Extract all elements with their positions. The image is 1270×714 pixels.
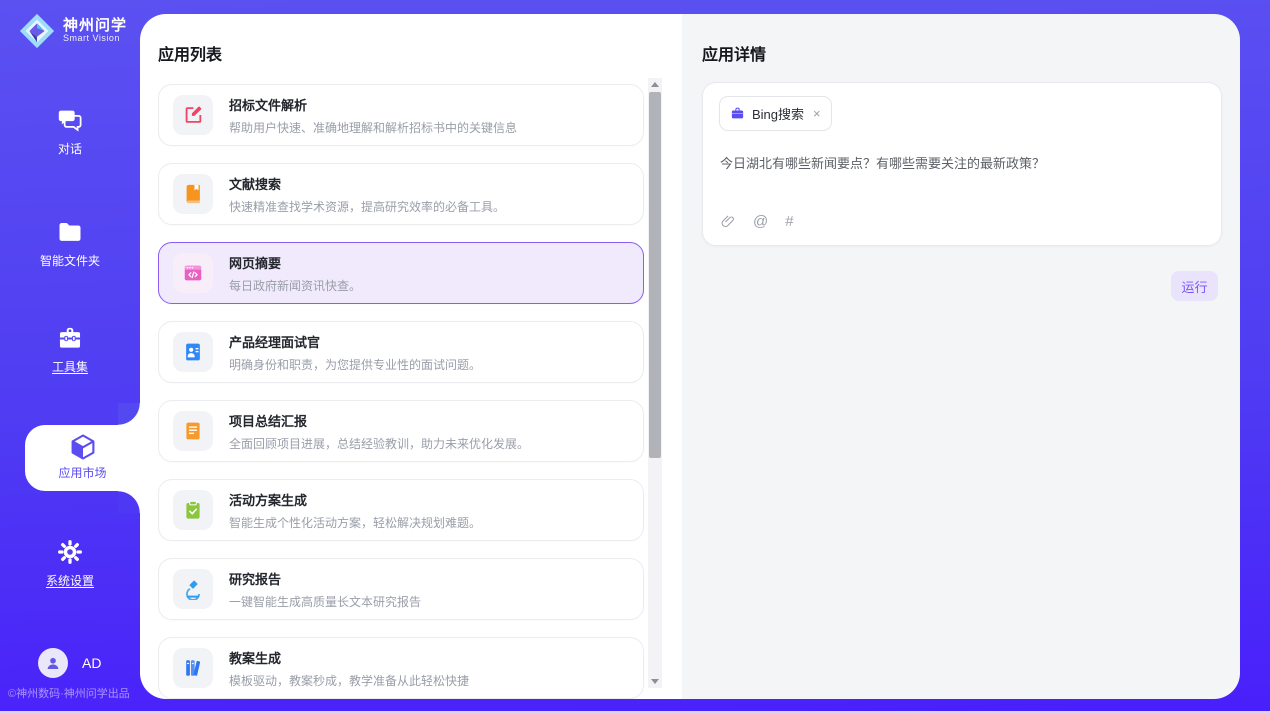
app-detail-panel: 应用详情 Bing搜索 × 今日湖北有哪些新闻要点？有哪些需要关注的最新政策？ … bbox=[682, 14, 1240, 699]
app-card[interactable]: 网页摘要每日政府新闻资讯快查。 bbox=[158, 242, 644, 304]
app-card[interactable]: 招标文件解析帮助用户快速、准确地理解和解析招标书中的关键信息 bbox=[158, 84, 644, 146]
tag-label: Bing搜索 bbox=[752, 104, 804, 123]
app-card-description: 智能生成个性化活动方案，轻松解决规划难题。 bbox=[229, 514, 481, 531]
app-card[interactable]: 产品经理面试官明确身份和职责，为您提供专业性的面试问题。 bbox=[158, 321, 644, 383]
sidebar-item-app-market[interactable]: 应用市场 bbox=[25, 425, 140, 491]
gear-icon bbox=[56, 538, 84, 566]
sidebar-item-label: 工具集 bbox=[0, 358, 140, 375]
sidebar-item-label: 智能文件夹 bbox=[0, 252, 140, 269]
sidebar-item-label: 对话 bbox=[0, 140, 140, 157]
interviewer-icon bbox=[173, 332, 213, 372]
briefcase-icon bbox=[730, 106, 745, 121]
app-card-description: 每日政府新闻资讯快查。 bbox=[229, 277, 361, 294]
app-card-title: 项目总结汇报 bbox=[229, 411, 529, 430]
app-card-title: 活动方案生成 bbox=[229, 490, 481, 509]
app-list-panel: 应用列表 招标文件解析帮助用户快速、准确地理解和解析招标书中的关键信息文献搜索快… bbox=[140, 14, 682, 699]
sidebar: 神州问学 Smart Vision 对话 智能文件夹 工具集 bbox=[0, 0, 140, 714]
app-card-title: 产品经理面试官 bbox=[229, 332, 481, 351]
books-icon bbox=[173, 648, 213, 688]
scrollbar-thumb[interactable] bbox=[649, 92, 661, 458]
sidebar-item-settings[interactable]: 系统设置 bbox=[0, 538, 140, 589]
app-card-description: 帮助用户快速、准确地理解和解析招标书中的关键信息 bbox=[229, 119, 517, 136]
content-shell: 应用列表 招标文件解析帮助用户快速、准确地理解和解析招标书中的关键信息文献搜索快… bbox=[140, 14, 1240, 699]
app-card-title: 文献搜索 bbox=[229, 174, 505, 193]
sidebar-item-label: 系统设置 bbox=[0, 572, 140, 589]
app-cards-viewport: 招标文件解析帮助用户快速、准确地理解和解析招标书中的关键信息文献搜索快速精准查找… bbox=[158, 84, 646, 699]
person-icon bbox=[43, 653, 63, 673]
scrollbar-up-arrow[interactable] bbox=[648, 78, 662, 91]
cube-icon bbox=[68, 432, 98, 462]
app-card[interactable]: 项目总结汇报全面回顾项目进展，总结经验教训，助力未来优化发展。 bbox=[158, 400, 644, 462]
app-card[interactable]: 研究报告一键智能生成高质量长文本研究报告 bbox=[158, 558, 644, 620]
app-card[interactable]: 教案生成模板驱动，教案秒成，教学准备从此轻松快捷 bbox=[158, 637, 644, 699]
app-card[interactable]: 文献搜索快速精准查找学术资源，提高研究效率的必备工具。 bbox=[158, 163, 644, 225]
app-card-title: 教案生成 bbox=[229, 648, 469, 667]
sidebar-item-chat[interactable]: 对话 bbox=[0, 106, 140, 157]
chat-icon bbox=[56, 106, 84, 134]
app-list-title: 应用列表 bbox=[158, 41, 222, 65]
doc-edit-icon bbox=[173, 95, 213, 135]
app-card-description: 明确身份和职责，为您提供专业性的面试问题。 bbox=[229, 356, 481, 373]
app-card-description: 模板驱动，教案秒成，教学准备从此轻松快捷 bbox=[229, 672, 469, 689]
app-card-title: 网页摘要 bbox=[229, 253, 361, 272]
sidebar-item-label: 应用市场 bbox=[25, 464, 140, 481]
app-detail-title: 应用详情 bbox=[702, 41, 766, 65]
folder-icon bbox=[56, 218, 84, 246]
book-icon bbox=[173, 174, 213, 214]
run-button[interactable]: 运行 bbox=[1171, 271, 1218, 301]
diamond-logo-icon bbox=[18, 12, 56, 50]
app-card-description: 一键智能生成高质量长文本研究报告 bbox=[229, 593, 421, 610]
prompt-input-card: Bing搜索 × 今日湖北有哪些新闻要点？有哪些需要关注的最新政策？ @ # bbox=[702, 82, 1222, 246]
scrollbar[interactable] bbox=[648, 78, 662, 688]
tab-curve-top bbox=[118, 403, 140, 425]
web-code-icon bbox=[173, 253, 213, 293]
user-name: AD bbox=[82, 655, 101, 671]
paperclip-icon[interactable] bbox=[720, 214, 736, 230]
scrollbar-down-arrow[interactable] bbox=[648, 675, 662, 688]
query-input[interactable]: 今日湖北有哪些新闻要点？有哪些需要关注的最新政策？ bbox=[720, 153, 1205, 172]
avatar bbox=[38, 648, 68, 678]
app-card-title: 研究报告 bbox=[229, 569, 421, 588]
sidebar-item-toolset[interactable]: 工具集 bbox=[0, 324, 140, 375]
toolbox-icon bbox=[56, 324, 84, 352]
clipboard-check-icon bbox=[173, 490, 213, 530]
app-card-title: 招标文件解析 bbox=[229, 95, 517, 114]
hash-icon[interactable]: # bbox=[785, 213, 793, 230]
brand-subtitle: Smart Vision bbox=[63, 34, 127, 43]
attachment-toolbar: @ # bbox=[720, 213, 794, 230]
report-note-icon bbox=[173, 411, 213, 451]
app-card-description: 快速精准查找学术资源，提高研究效率的必备工具。 bbox=[229, 198, 505, 215]
app-card-description: 全面回顾项目进展，总结经验教训，助力未来优化发展。 bbox=[229, 435, 529, 452]
microscope-icon bbox=[173, 569, 213, 609]
mention-icon[interactable]: @ bbox=[753, 213, 768, 230]
sidebar-item-smart-folder[interactable]: 智能文件夹 bbox=[0, 218, 140, 269]
app-card[interactable]: 活动方案生成智能生成个性化活动方案，轻松解决规划难题。 bbox=[158, 479, 644, 541]
copyright-footer: ©神州数码·神州问学出品 bbox=[8, 685, 140, 701]
user-account[interactable]: AD bbox=[38, 648, 101, 678]
tab-curve-bottom bbox=[118, 491, 140, 513]
bing-search-tag[interactable]: Bing搜索 × bbox=[719, 96, 832, 131]
brand-logo: 神州问学 Smart Vision bbox=[18, 12, 127, 50]
tag-close-icon[interactable]: × bbox=[813, 107, 821, 120]
brand-name: 神州问学 bbox=[63, 18, 127, 34]
